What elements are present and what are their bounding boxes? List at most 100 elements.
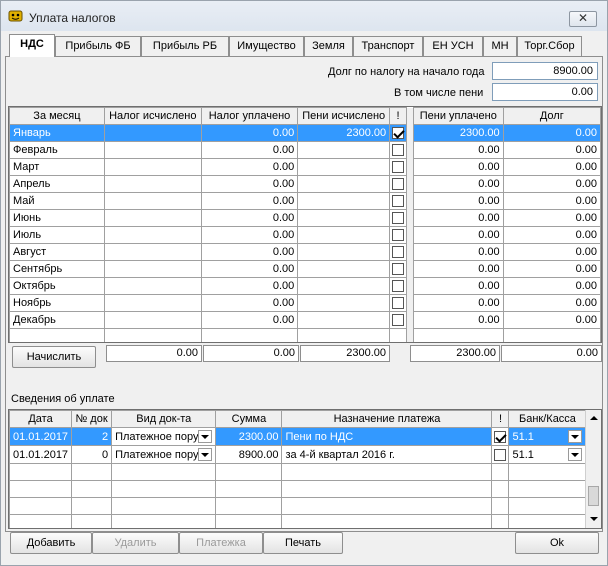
calculate-button[interactable]: Начислить — [12, 346, 96, 368]
cell-paid[interactable]: 0.00 — [200, 192, 299, 210]
cell-purpose[interactable]: за 4-й квартал 2016 г. — [281, 445, 493, 464]
cell-month[interactable]: Сентябрь — [9, 260, 105, 278]
col-bank[interactable]: Банк/Касса — [508, 410, 587, 428]
cell-pen-accrued[interactable] — [297, 141, 391, 159]
cell-date[interactable]: 01.01.2017 — [9, 427, 73, 446]
row-checkbox[interactable] — [392, 195, 405, 208]
row-checkbox[interactable] — [392, 229, 405, 242]
cell-paid[interactable]: 0.00 — [200, 277, 299, 295]
col-sum[interactable]: Сумма — [215, 410, 283, 428]
cell-pen-paid[interactable]: 0.00 — [412, 311, 504, 329]
cell-debt[interactable]: 0.00 — [502, 260, 601, 278]
cell-accrued[interactable] — [103, 294, 202, 312]
cell-pen-paid[interactable]: 0.00 — [412, 243, 504, 261]
cell-pen-paid[interactable]: 0.00 — [412, 158, 504, 176]
cell-month[interactable]: Декабрь — [9, 311, 105, 329]
doc-type-combo[interactable]: Платежное пору — [115, 429, 213, 445]
cell-accrued[interactable] — [103, 158, 202, 176]
table-row[interactable]: Ноябрь 0.00 0.00 0.00 — [9, 294, 601, 312]
cell-pen-accrued[interactable] — [297, 226, 391, 244]
cell-debt[interactable]: 0.00 — [502, 209, 601, 227]
cell-paid[interactable]: 0.00 — [200, 226, 299, 244]
row-checkbox[interactable] — [494, 430, 507, 443]
cell-month[interactable]: Март — [9, 158, 105, 176]
col-month[interactable]: За месяц — [9, 107, 105, 125]
cell-paid[interactable]: 0.00 — [200, 311, 299, 329]
tab-land[interactable]: Земля — [304, 36, 353, 56]
cell-paid[interactable]: 0.00 — [200, 175, 299, 193]
ok-button[interactable]: Ok — [515, 532, 599, 554]
cell-accrued[interactable] — [103, 141, 202, 159]
table-row[interactable]: Апрель 0.00 0.00 0.00 — [9, 175, 601, 193]
cell-debt[interactable]: 0.00 — [502, 141, 601, 159]
cell-month[interactable]: Май — [9, 192, 105, 210]
table-row[interactable]: 01.01.2017 0 Платежное пору 8900.00 за 4-й к… — [9, 445, 587, 464]
bank-combo[interactable]: 51.1 — [512, 447, 583, 463]
cell-debt[interactable]: 0.00 — [502, 243, 601, 261]
close-button[interactable]: ✕ — [569, 11, 597, 27]
col-penalty-accrued[interactable]: Пени исчислено — [297, 107, 391, 125]
cell-purpose[interactable]: Пени по НДС — [281, 427, 493, 446]
cell-accrued[interactable] — [103, 124, 202, 142]
cell-doc-number[interactable]: 0 — [71, 445, 113, 464]
cell-pen-paid[interactable]: 0.00 — [412, 175, 504, 193]
cell-pen-accrued[interactable] — [297, 192, 391, 210]
cell-debt[interactable]: 0.00 — [502, 124, 601, 142]
cell-paid[interactable]: 0.00 — [200, 158, 299, 176]
scroll-down-button[interactable] — [586, 511, 601, 527]
table-row[interactable]: Март 0.00 0.00 0.00 — [9, 158, 601, 176]
table-row[interactable]: Декабрь 0.00 0.00 0.00 — [9, 311, 601, 329]
dropdown-arrow-icon[interactable] — [198, 430, 213, 443]
cell-month[interactable]: Февраль — [9, 141, 105, 159]
cell-sum[interactable]: 2300.00 — [215, 427, 283, 446]
cell-accrued[interactable] — [103, 311, 202, 329]
cell-month[interactable]: Июнь — [9, 209, 105, 227]
table-row[interactable]: Январь 0.00 2300.00 2300.00 0.00 — [9, 124, 601, 142]
row-checkbox[interactable] — [392, 161, 405, 174]
cell-month[interactable]: Ноябрь — [9, 294, 105, 312]
scroll-up-button[interactable] — [586, 410, 601, 426]
cell-paid[interactable]: 0.00 — [200, 141, 299, 159]
cell-pen-accrued[interactable] — [297, 158, 391, 176]
tab-profit-fb[interactable]: Прибыль ФБ — [55, 36, 141, 56]
cell-debt[interactable]: 0.00 — [502, 277, 601, 295]
monthly-grid[interactable]: За месяц Налог исчислено Налог уплачено … — [8, 106, 602, 343]
table-row[interactable]: Февраль 0.00 0.00 0.00 — [9, 141, 601, 159]
cell-pen-paid[interactable]: 0.00 — [412, 141, 504, 159]
row-checkbox[interactable] — [392, 297, 405, 310]
col-doc-number[interactable]: № док — [71, 410, 113, 428]
table-row[interactable]: Октябрь 0.00 0.00 0.00 — [9, 277, 601, 295]
tab-usn[interactable]: ЕН УСН — [423, 36, 483, 56]
tab-nds[interactable]: НДС — [9, 34, 55, 57]
delete-button[interactable]: Удалить — [92, 532, 179, 554]
cell-pen-accrued[interactable]: 2300.00 — [297, 124, 391, 142]
cell-debt[interactable]: 0.00 — [502, 192, 601, 210]
print-button[interactable]: Печать — [263, 532, 343, 554]
table-row[interactable]: Сентябрь 0.00 0.00 0.00 — [9, 260, 601, 278]
cell-bank[interactable]: 51.1 — [508, 445, 587, 464]
dropdown-arrow-icon[interactable] — [568, 430, 583, 443]
cell-paid[interactable]: 0.00 — [200, 260, 299, 278]
row-checkbox[interactable] — [392, 280, 405, 293]
cell-month[interactable]: Январь — [9, 124, 105, 142]
col-flag[interactable]: ! — [389, 107, 407, 125]
cell-pen-accrued[interactable] — [297, 311, 391, 329]
row-checkbox[interactable] — [494, 448, 507, 461]
cell-month[interactable]: Апрель — [9, 175, 105, 193]
cell-debt[interactable]: 0.00 — [502, 311, 601, 329]
cell-paid[interactable]: 0.00 — [200, 209, 299, 227]
cell-pen-accrued[interactable] — [297, 243, 391, 261]
penalty-field[interactable]: 0.00 — [492, 83, 598, 101]
col-doc-type[interactable]: Вид док-та — [111, 410, 217, 428]
col-debt[interactable]: Долг — [502, 107, 601, 125]
cell-paid[interactable]: 0.00 — [200, 124, 299, 142]
row-checkbox[interactable] — [392, 263, 405, 276]
row-checkbox[interactable] — [392, 246, 405, 259]
cell-pen-paid[interactable]: 2300.00 — [412, 124, 504, 142]
cell-doc-number[interactable]: 2 — [71, 427, 113, 446]
cell-pen-accrued[interactable] — [297, 294, 391, 312]
cell-sum[interactable]: 8900.00 — [215, 445, 283, 464]
col-date[interactable]: Дата — [9, 410, 73, 428]
payment-order-button[interactable]: Платежка — [179, 532, 263, 554]
doc-type-combo[interactable]: Платежное пору — [115, 447, 213, 463]
